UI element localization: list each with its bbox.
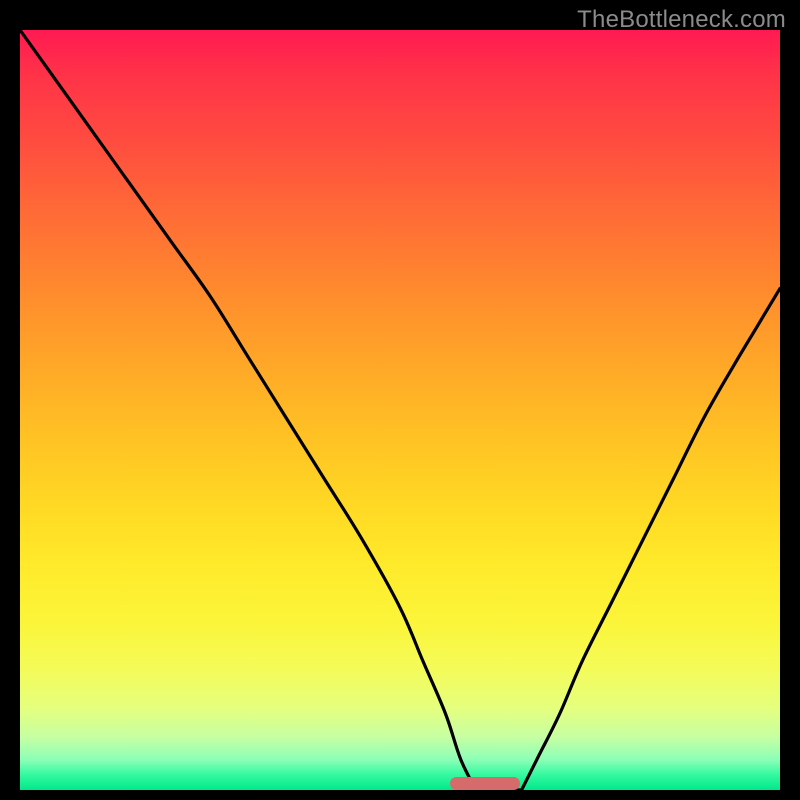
chart-frame: [20, 30, 780, 790]
bottleneck-curve: [20, 30, 780, 790]
minimum-marker: [450, 777, 520, 790]
plot-area: [20, 30, 780, 790]
